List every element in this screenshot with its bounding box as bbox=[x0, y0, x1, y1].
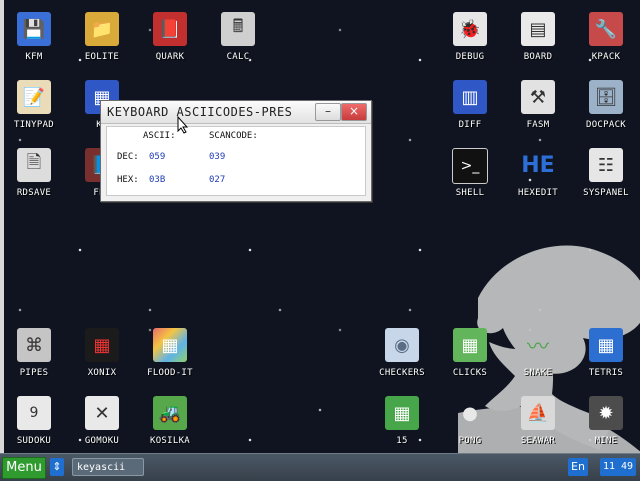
tetris-icon: ▦ bbox=[589, 328, 623, 362]
tic-tac-toe-icon: ✕ bbox=[85, 396, 119, 430]
desktop-icon-label: KPACK bbox=[591, 52, 621, 62]
mine-icon: ✹ bbox=[589, 396, 623, 430]
pipes-icon: ⌘ bbox=[17, 328, 51, 362]
close-button[interactable]: × bbox=[341, 103, 367, 121]
folder-icon: 📁 bbox=[85, 12, 119, 46]
diff-icon: ▥ bbox=[453, 80, 487, 114]
desktop-icon-docpack[interactable]: 🗄 DOCPACK bbox=[572, 74, 640, 138]
board-icon: ▤ bbox=[521, 12, 555, 46]
desktop-icon-calc[interactable]: 🖩 CALC bbox=[204, 6, 272, 70]
terminal-icon: >_ bbox=[452, 148, 488, 184]
pong-icon: ● bbox=[462, 402, 478, 424]
taskbar: Menu ⇕ keyascii En 11 49 bbox=[0, 453, 640, 481]
clock[interactable]: 11 49 bbox=[600, 458, 636, 476]
sudoku-grid-icon: 9 bbox=[17, 396, 51, 430]
fifteen-puzzle-icon: ▦ bbox=[385, 396, 419, 430]
desktop-icon-flood-it[interactable]: ▦ FLOOD-IT bbox=[136, 322, 204, 386]
dec-ascii-value: 059 bbox=[149, 152, 166, 162]
anvil-icon: ⚒ bbox=[521, 80, 555, 114]
hex-scancode-value: 027 bbox=[209, 175, 226, 185]
hex-ascii-value: 03B bbox=[149, 175, 166, 185]
desktop-icon-tetris[interactable]: ▦ TETRIS bbox=[572, 322, 640, 386]
switch-arrows-icon[interactable]: ⇕ bbox=[50, 458, 64, 476]
hex-label: HEX: bbox=[117, 175, 139, 185]
taskbar-task-keyascii[interactable]: keyascii bbox=[72, 458, 144, 476]
color-grid-icon: ▦ bbox=[153, 328, 187, 362]
desktop-icon-kpack[interactable]: 🔧 KPACK bbox=[572, 6, 640, 70]
codes-panel: ASCII: SCANCODE: DEC: 059 039 HEX: 03B 0… bbox=[106, 126, 366, 196]
dec-label: DEC: bbox=[117, 152, 139, 162]
desktop-icon-kosilka[interactable]: 🚜 KOSILKA bbox=[136, 390, 204, 453]
checkers-pieces-icon: ◉ bbox=[385, 328, 419, 362]
ship-icon: ⛵ bbox=[521, 396, 555, 430]
lawnmower-icon: 🚜 bbox=[153, 396, 187, 430]
desktop-icon-syspanel[interactable]: ☷ SYSPANEL bbox=[572, 142, 640, 206]
notepad-icon: 📝 bbox=[17, 80, 51, 114]
keyascii-window[interactable]: KEYBOARD ASCIICODES-PRES – × ASCII: SCAN… bbox=[100, 100, 372, 202]
floppy-icon: 💾 bbox=[17, 12, 51, 46]
desktop-icon-label: DOCPACK bbox=[585, 120, 627, 130]
mouse-cursor-icon bbox=[177, 116, 189, 134]
xonix-icon: ▦ bbox=[85, 328, 119, 362]
dec-scancode-value: 039 bbox=[209, 152, 226, 162]
bug-icon: 🐞 bbox=[453, 12, 487, 46]
desktop-icon-label: CALC bbox=[226, 52, 250, 62]
blocks-icon: ▦ bbox=[453, 328, 487, 362]
desktop-icon-label: TETRIS bbox=[588, 368, 624, 378]
desktop-icon-label: MINE bbox=[594, 436, 618, 446]
hex-editor-icon: HE bbox=[521, 152, 555, 178]
desktop-icon-label: SYSPANEL bbox=[583, 188, 629, 198]
window-title: KEYBOARD ASCIICODES-PRES bbox=[107, 105, 293, 119]
book-icon: 📕 bbox=[153, 12, 187, 46]
desktop-icon-label: KOSILKA bbox=[149, 436, 191, 446]
document-icon: 🗎 bbox=[17, 148, 51, 182]
desktop: 💾 KFM 📁 EOLITE 📕 QUARK 🖩 CALC 🐞 DEBUG ▤ … bbox=[0, 0, 640, 453]
ascii-header: ASCII: bbox=[143, 131, 176, 141]
menu-button[interactable]: Menu bbox=[2, 457, 46, 479]
cabinet-icon: 🗄 bbox=[589, 80, 623, 114]
snake-icon: 〰 bbox=[526, 335, 549, 360]
desktop-icon-label: FLOOD-IT bbox=[147, 368, 193, 378]
minimize-button[interactable]: – bbox=[315, 103, 341, 121]
window-titlebar[interactable]: KEYBOARD ASCIICODES-PRES – × bbox=[101, 101, 371, 124]
sliders-icon: ☷ bbox=[589, 148, 623, 182]
scancode-header: SCANCODE: bbox=[209, 131, 258, 141]
wrench-icon: 🔧 bbox=[589, 12, 623, 46]
desktop-icon-mine[interactable]: ✹ MINE bbox=[572, 390, 640, 453]
calculator-icon: 🖩 bbox=[221, 12, 255, 46]
language-indicator[interactable]: En bbox=[568, 458, 588, 476]
